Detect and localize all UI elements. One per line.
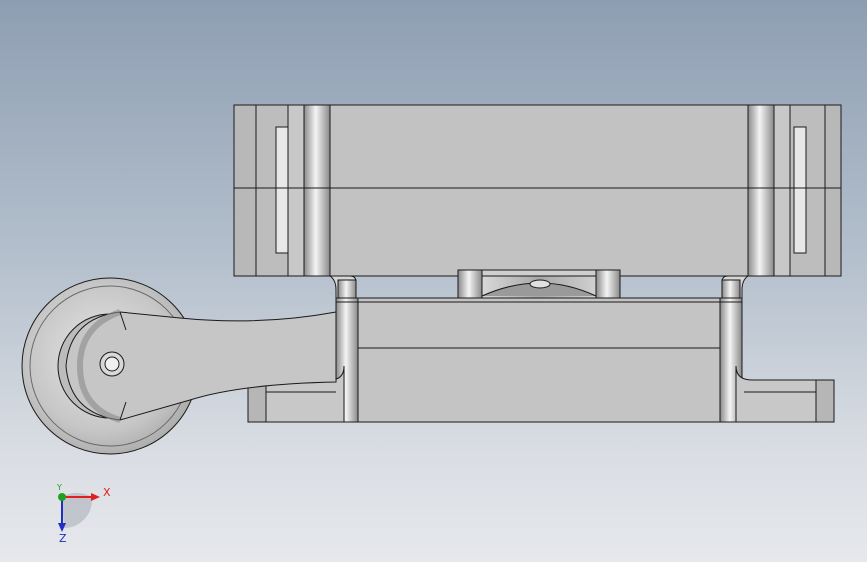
part-drawing <box>21 104 842 532</box>
lower-body <box>335 297 743 423</box>
left-neck <box>328 275 357 299</box>
z-axis-label: Z <box>59 532 67 545</box>
x-axis-label: X <box>103 486 111 499</box>
cad-viewport[interactable]: X Y Z <box>0 0 867 562</box>
upper-housing <box>233 104 842 277</box>
right-neck <box>721 275 750 299</box>
center-slot <box>457 269 621 299</box>
coordinate-triad <box>58 492 100 532</box>
right-mounting-foot <box>735 365 835 423</box>
y-axis-label: Y <box>57 483 62 492</box>
